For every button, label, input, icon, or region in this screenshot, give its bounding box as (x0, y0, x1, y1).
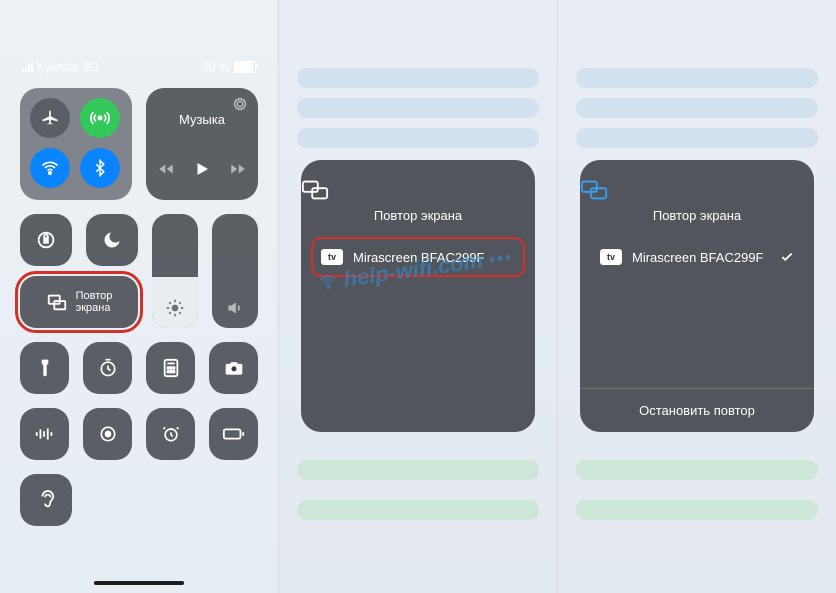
bluetooth-icon (91, 159, 109, 177)
battery-icon (234, 61, 256, 73)
do-not-disturb-button[interactable] (86, 214, 138, 266)
wifi-icon (40, 158, 60, 178)
record-icon (98, 424, 118, 444)
rotation-lock-button[interactable] (20, 214, 72, 266)
battery-icon (222, 427, 246, 441)
timer-button[interactable] (83, 342, 132, 394)
status-carrier: Kyivstar 3G (22, 60, 99, 74)
checkmark-icon (780, 250, 794, 264)
hearing-button[interactable] (20, 474, 72, 526)
camera-icon (224, 359, 244, 377)
mirroring-connected-screen: Повтор экрана tv Mirascreen BFAC299F Ост… (558, 0, 836, 593)
apple-tv-icon: tv (600, 249, 622, 265)
antenna-icon (90, 108, 110, 128)
voice-memos-button[interactable] (20, 408, 69, 460)
volume-slider[interactable] (212, 214, 258, 328)
mirroring-popover: Повтор экрана tv Mirascreen BFAC299F Ост… (580, 160, 814, 432)
rotation-lock-icon (35, 229, 57, 251)
control-center-screen: Kyivstar 3G 90 % (0, 0, 279, 593)
calculator-icon (162, 358, 180, 378)
screen-mirror-icon (301, 178, 329, 202)
alarm-button[interactable] (146, 408, 195, 460)
status-bar: Kyivstar 3G 90 % (22, 60, 256, 74)
mirroring-popover: Повтор экрана tv Mirascreen BFAC299F (301, 160, 535, 432)
moon-icon (102, 230, 122, 250)
cellular-data-button[interactable] (80, 98, 120, 138)
mirroring-popover-title: Повтор экрана (580, 208, 814, 223)
mirroring-device-item[interactable]: tv Mirascreen BFAC299F (592, 239, 802, 275)
volume-icon (225, 298, 245, 318)
waveform-icon (34, 426, 56, 442)
home-indicator[interactable] (94, 581, 184, 585)
camera-button[interactable] (209, 342, 258, 394)
brightness-slider[interactable] (152, 214, 198, 328)
alarm-clock-icon (161, 424, 181, 444)
flashlight-button[interactable] (20, 342, 69, 394)
brightness-icon (165, 298, 185, 318)
screen-mirroring-button[interactable]: Повтор экрана (20, 276, 138, 328)
carrier-label: Kyivstar 3G (37, 60, 99, 74)
screen-mirror-icon (580, 178, 608, 202)
low-power-button[interactable] (209, 408, 258, 460)
signal-bars-icon (22, 62, 33, 72)
airplane-mode-button[interactable] (30, 98, 70, 138)
music-prev-button[interactable] (157, 160, 175, 178)
timer-icon (98, 358, 118, 378)
apple-tv-icon: tv (321, 249, 343, 265)
screen-record-button[interactable] (83, 408, 132, 460)
wifi-button[interactable] (30, 148, 70, 188)
music-title: Музыка (156, 112, 248, 127)
connectivity-module (20, 88, 132, 200)
music-module[interactable]: Музыка (146, 88, 258, 200)
airplay-icon[interactable] (232, 96, 248, 112)
ear-icon (37, 489, 55, 511)
bluetooth-button[interactable] (80, 148, 120, 188)
music-next-button[interactable] (229, 160, 247, 178)
screen-mirror-icon (46, 291, 68, 313)
wifi-icon (317, 271, 340, 294)
screen-mirroring-label: Повтор экрана (76, 290, 113, 314)
mirroring-picker-screen: Повтор экрана tv Mirascreen BFAC299F hel… (279, 0, 558, 593)
status-battery: 90 % (203, 60, 256, 74)
music-play-button[interactable] (193, 160, 211, 178)
airplane-icon (40, 108, 60, 128)
device-name-label: Mirascreen BFAC299F (632, 250, 764, 265)
flashlight-icon (37, 358, 53, 378)
calculator-button[interactable] (146, 342, 195, 394)
battery-pct-label: 90 % (203, 60, 230, 74)
mirroring-popover-title: Повтор экрана (301, 208, 535, 223)
stop-mirroring-button[interactable]: Остановить повтор (580, 388, 814, 432)
